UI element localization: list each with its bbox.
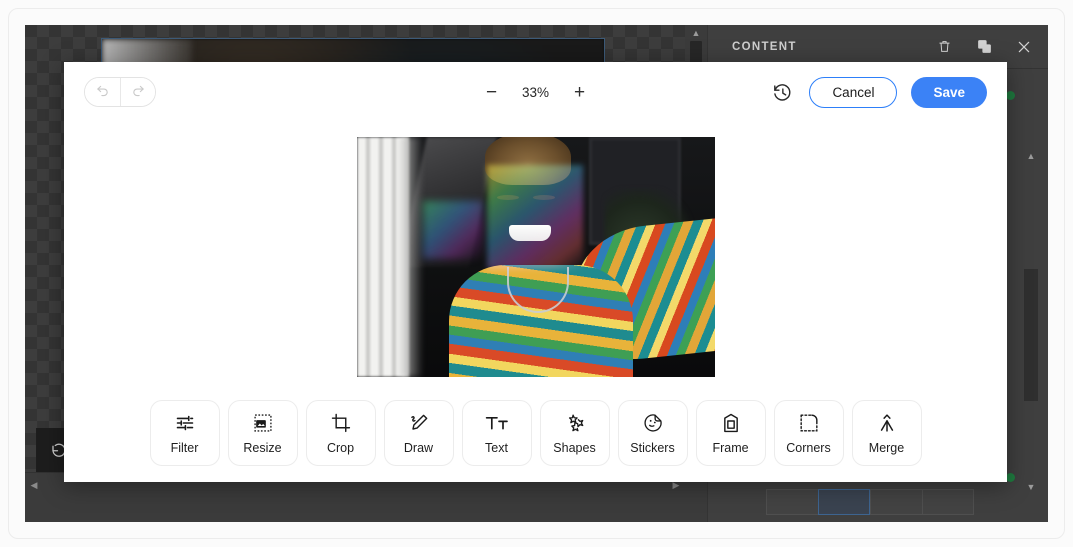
segment-option[interactable] [922,489,974,515]
image-editor-toolbar: − 33% + Cancel Save [64,62,1007,122]
app-frame: ◀ ▶ ▲ CONTENT ▲ ▼ − 33% + Cancel Save Fi… [0,0,1073,547]
save-button[interactable]: Save [911,76,987,108]
undo-redo-group[interactable] [84,77,156,107]
tool-label: Draw [403,440,434,455]
tool-label: Filter [170,440,199,455]
tool-label: Merge [868,440,905,455]
tool-merge[interactable]: Merge [851,400,922,466]
frame-icon [721,412,741,434]
zoom-control[interactable]: − 33% + [466,81,606,103]
tool-text[interactable]: Text [461,400,532,466]
tool-corners[interactable]: Corners [773,400,844,466]
tool-shapes[interactable]: Shapes [539,400,610,466]
history-restore-icon[interactable] [769,79,795,105]
zoom-in-button[interactable]: + [569,81,591,103]
resize-image-icon [253,412,273,434]
undo-icon [95,82,110,102]
panel-segmented-control[interactable] [766,489,974,515]
tool-filter[interactable]: Filter [149,400,220,466]
scroll-thumb[interactable] [1024,269,1038,401]
panel-title: CONTENT [732,40,797,53]
tool-label: Resize [243,440,282,455]
close-icon[interactable] [1004,25,1044,69]
tool-label: Crop [326,440,355,455]
scroll-up-arrow-icon[interactable]: ▲ [685,25,707,41]
image-editor-canvas[interactable] [64,122,1007,390]
modal-actions: Cancel Save [769,76,987,108]
sliders-icon [175,412,195,434]
zoom-out-button[interactable]: − [481,81,503,103]
panel-scrollbar[interactable]: ▲ ▼ [1024,69,1038,522]
scroll-left-arrow-icon[interactable]: ◀ [25,480,43,491]
tool-label: Shapes [553,440,596,455]
status-dot [1006,473,1015,482]
redo-button[interactable] [120,78,155,106]
puzzle-shape-icon [565,412,585,434]
tool-frame[interactable]: Frame [695,400,766,466]
tool-label: Text [485,440,508,455]
scroll-down-arrow-icon[interactable]: ▼ [1024,482,1038,492]
cancel-button[interactable]: Cancel [809,76,898,108]
sticker-face-icon [643,412,663,434]
tool-label: Frame [712,440,749,455]
pencil-draw-icon [409,412,429,434]
segment-option-selected[interactable] [818,489,870,515]
tool-label: Stickers [630,440,675,455]
status-dot [1006,91,1015,100]
segment-option[interactable] [870,489,922,515]
editing-photo[interactable] [356,137,715,377]
scroll-up-arrow-icon[interactable]: ▲ [1024,151,1038,161]
image-editor-modal: − 33% + Cancel Save Filter Resize Crop D… [64,62,1007,482]
tool-draw[interactable]: Draw [383,400,454,466]
rounded-corners-icon [799,412,819,434]
tool-stickers[interactable]: Stickers [617,400,688,466]
zoom-level-value: 33% [521,84,550,100]
crop-icon [331,412,351,434]
tool-label: Corners [786,440,831,455]
segment-option[interactable] [766,489,818,515]
redo-icon [131,82,146,102]
tool-resize[interactable]: Resize [227,400,298,466]
merge-arrows-icon [877,412,897,434]
image-editor-tools: Filter Resize Crop Draw Text Shapes Stic… [64,390,1007,482]
text-tt-icon [485,412,509,434]
tool-crop[interactable]: Crop [305,400,376,466]
undo-button[interactable] [85,78,120,106]
